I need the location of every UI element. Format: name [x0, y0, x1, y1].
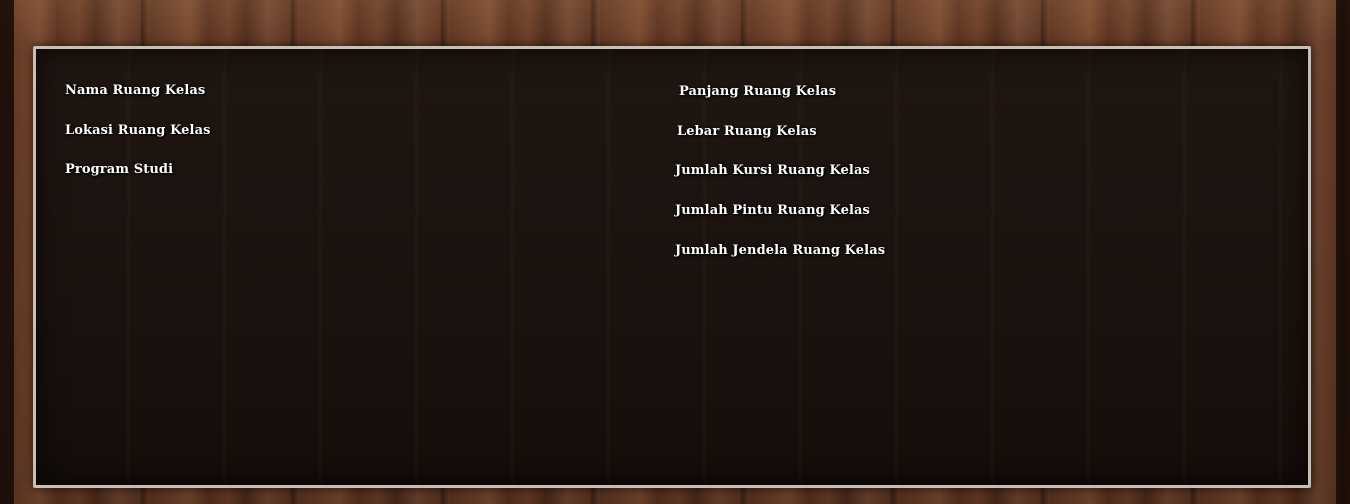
- jumlah-kursi-ruang-kelas-label: Jumlah Kursi Ruang Kelas: [675, 163, 870, 178]
- program-studi-label: Program Studi: [65, 162, 174, 177]
- lebar-ruang-kelas-label: Lebar Ruang Kelas: [677, 124, 817, 139]
- left-edge-shadow: [0, 0, 14, 504]
- nama-ruang-kelas-label: Nama Ruang Kelas: [65, 83, 206, 98]
- classroom-info-panel: Nama Ruang Kelas Lokasi Ruang Kelas Prog…: [33, 46, 1311, 488]
- lokasi-ruang-kelas-label: Lokasi Ruang Kelas: [65, 123, 211, 138]
- jumlah-pintu-ruang-kelas-label: Jumlah Pintu Ruang Kelas: [675, 203, 870, 218]
- right-edge-shadow: [1336, 0, 1350, 504]
- panjang-ruang-kelas-label: Panjang Ruang Kelas: [679, 84, 837, 99]
- wood-background-sheen: [0, 0, 1350, 46]
- jumlah-jendela-ruang-kelas-label: Jumlah Jendela Ruang Kelas: [675, 243, 886, 258]
